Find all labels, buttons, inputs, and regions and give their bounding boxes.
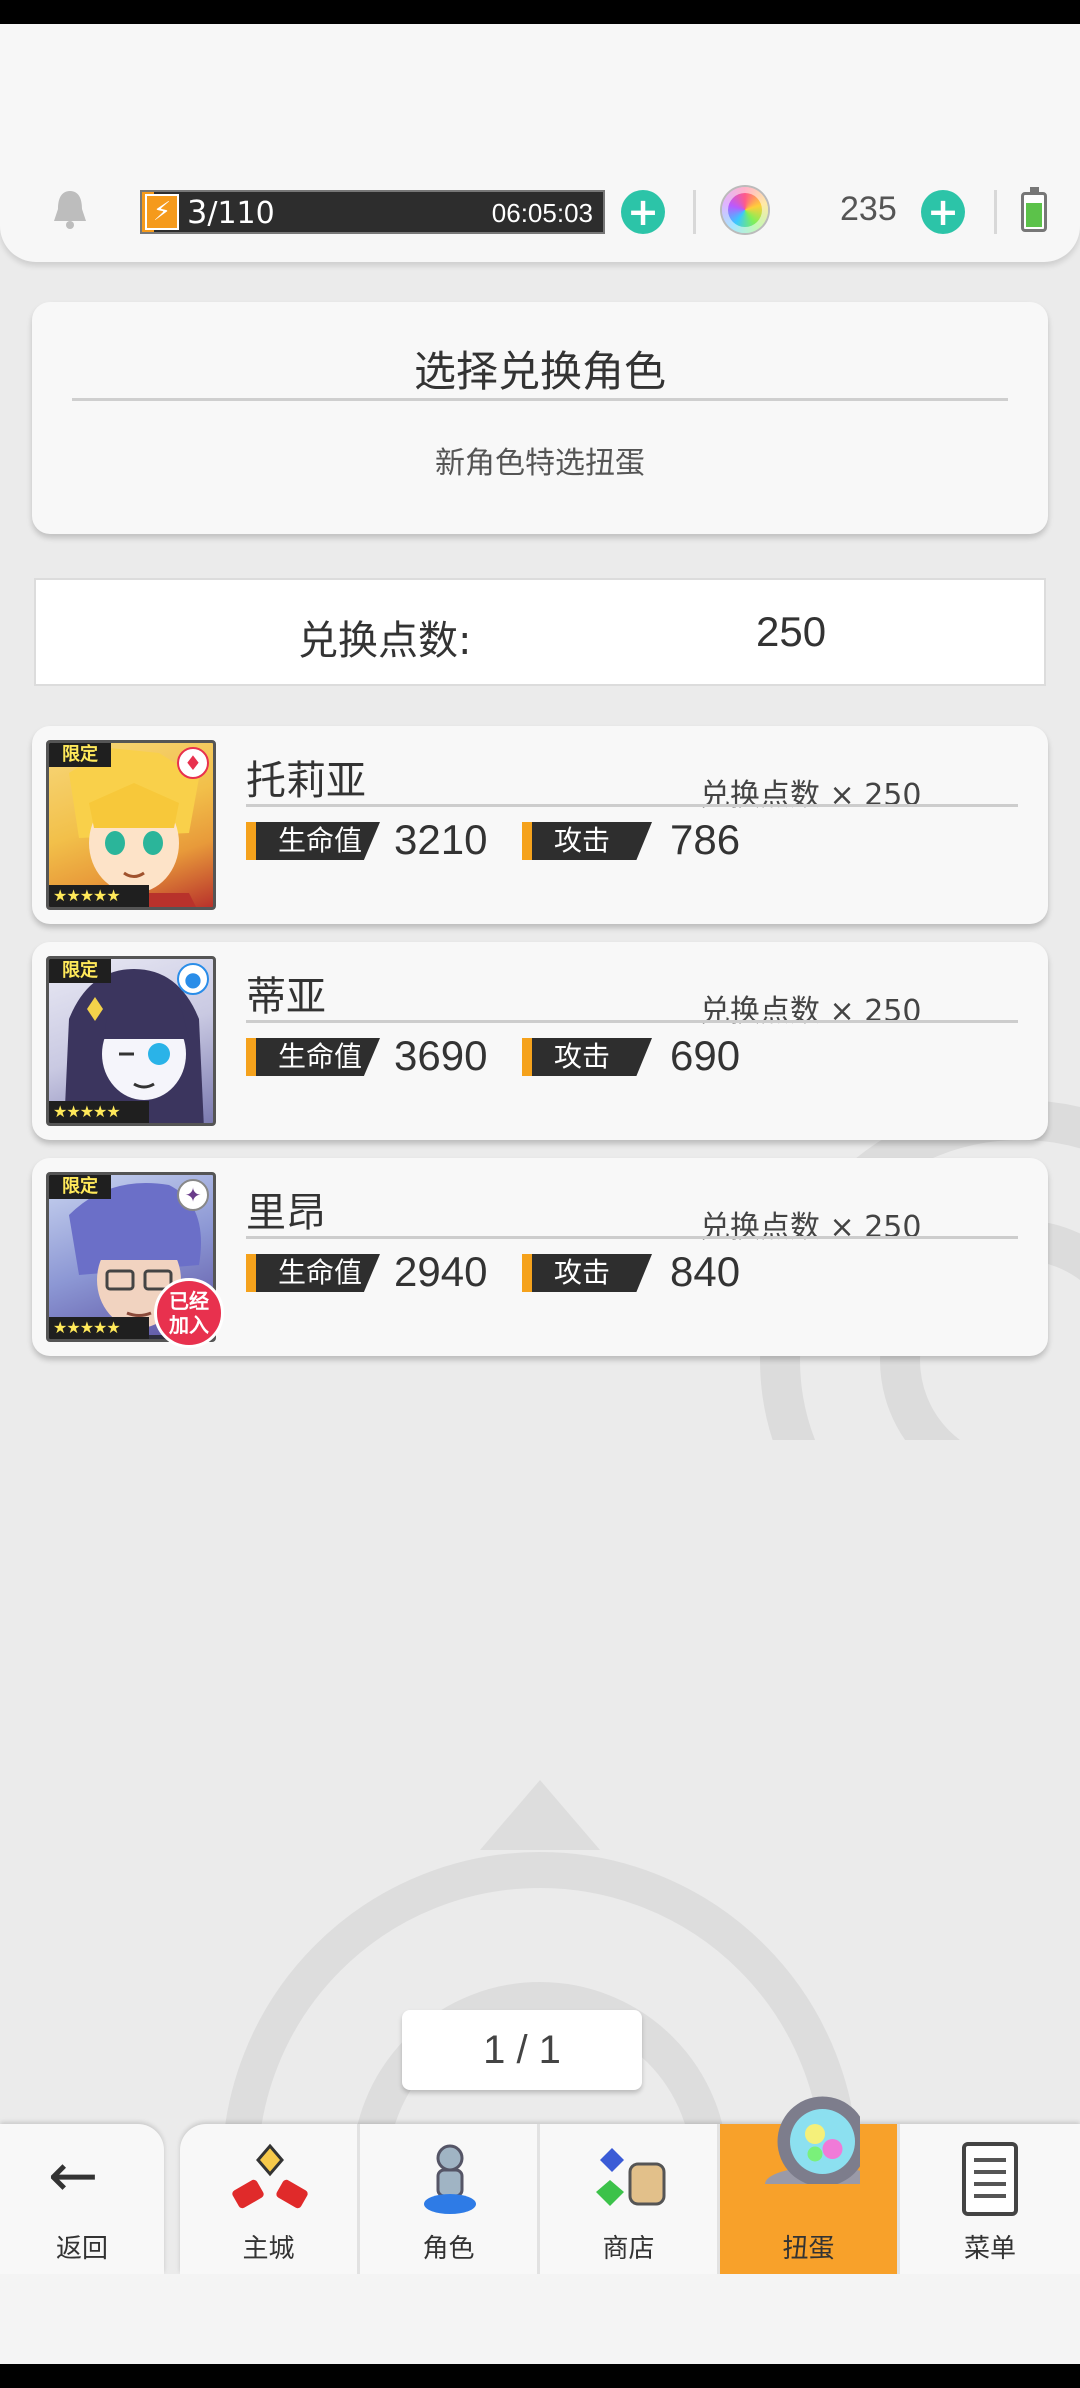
battery-icon [1021,187,1047,232]
tab-gacha[interactable]: 扭蛋 [720,2096,900,2274]
joined-badge: 已经 加入 [154,1278,224,1348]
character-name: 蒂亚 [246,974,326,1020]
bottom-navigation: 主城 角色 商店 扭蛋 菜单 [180,2096,1080,2274]
attack-value: 840 [670,1248,741,1295]
character-icon [424,2144,476,2214]
character-row-toria[interactable]: 限定 ★★★★★ ♦ 托莉亚 兑换点数 × 250 生命值 3210 攻击 78… [32,726,1048,924]
hp-value: 3210 [394,816,488,863]
title-divider [72,398,1008,401]
add-gem-button[interactable]: + [921,190,965,234]
back-arrow-icon: ← [48,2141,99,2211]
system-status-bar [0,0,1080,24]
character-cost: 兑换点数 × 250 [700,778,922,813]
page-title: 选择兑换角色 [413,347,666,396]
hp-tag: 生命值 [246,1254,380,1292]
stamina-value: 3/110 [187,193,275,231]
exchange-points-label: 兑换点数: [298,618,472,664]
stamina-bar: ⚡ 3/110 06:05:03 [140,190,605,234]
page-subtitle: 新角色特选扭蛋 [435,446,645,481]
row-divider [246,804,1018,807]
attack-tag: 攻击 [522,1254,652,1292]
town-icon [232,2143,308,2209]
limited-tag: 限定 [49,743,111,767]
attack-value: 786 [670,816,741,863]
hp-tag: 生命值 [246,822,380,860]
row-divider [246,1020,1018,1023]
divider [994,190,997,234]
system-nav-bar [0,2364,1080,2388]
character-cost: 兑换点数 × 250 [700,1210,922,1245]
back-button[interactable]: ← 返回 [0,2124,164,2274]
attack-value: 690 [670,1032,741,1079]
tab-town[interactable]: 主城 [180,2124,360,2274]
tab-label: 菜单 [963,2234,1016,2264]
add-stamina-button[interactable]: + [621,190,665,234]
rainbow-gem-icon [722,187,768,233]
stamina-timer: 06:05:03 [491,198,593,228]
character-row-tia[interactable]: 限定 ★★★★★ ● 蒂亚 兑换点数 × 250 生命值 3690 攻击 690 [32,942,1048,1140]
rarity-stars: ★★★★★ [49,1101,149,1123]
limited-tag: 限定 [49,959,111,983]
exchange-points-value: 250 [756,608,827,655]
water-icon: ● [177,963,209,995]
attack-tag: 攻击 [522,822,652,860]
dark-icon: ✦ [177,1179,209,1211]
lightning-icon: ⚡ [145,194,179,230]
exchange-title-card: 选择兑换角色 新角色特选扭蛋 [32,302,1048,534]
character-cost: 兑换点数 × 250 [700,994,922,1029]
page-indicator: 1 / 1 [402,2010,642,2090]
exchange-points-panel: 兑换点数: 250 [34,578,1046,686]
tab-label: 角色 [422,2234,475,2264]
tab-shop[interactable]: 商店 [540,2124,720,2274]
top-resource-bar: ⚡ 3/110 06:05:03 + 235 + [0,24,1080,262]
fire-icon: ♦ [177,747,209,779]
tab-label: 主城 [242,2234,295,2264]
menu-icon [962,2142,1018,2216]
shop-icon [596,2148,666,2206]
tab-menu[interactable]: 菜单 [900,2124,1080,2274]
tab-character[interactable]: 角色 [360,2124,540,2274]
limited-tag: 限定 [49,1175,111,1199]
row-divider [246,1236,1018,1239]
gacha-icon [765,2096,860,2184]
character-portrait: 限定 ★★★★★ ● [46,956,216,1126]
hp-value: 3690 [394,1032,488,1079]
divider [693,190,696,234]
footer-strip [0,2274,1080,2364]
attack-tag: 攻击 [522,1038,652,1076]
character-row-leon[interactable]: 限定 ★★★★★ ✦ 已经 加入 里昂 兑换点数 × 250 生命值 2940 攻… [32,1158,1048,1356]
hp-tag: 生命值 [246,1038,380,1076]
character-portrait: 限定 ★★★★★ ♦ [46,740,216,910]
hp-value: 2940 [394,1248,488,1295]
rarity-stars: ★★★★★ [49,885,149,907]
notification-bell-icon[interactable] [50,187,90,231]
back-label: 返回 [55,2234,108,2264]
tab-label: 商店 [602,2234,655,2264]
gem-count: 235 [840,190,897,228]
character-name: 里昂 [246,1190,326,1236]
tab-label: 扭蛋 [782,2234,835,2264]
rarity-stars: ★★★★★ [49,1317,149,1339]
character-name: 托莉亚 [246,758,366,804]
